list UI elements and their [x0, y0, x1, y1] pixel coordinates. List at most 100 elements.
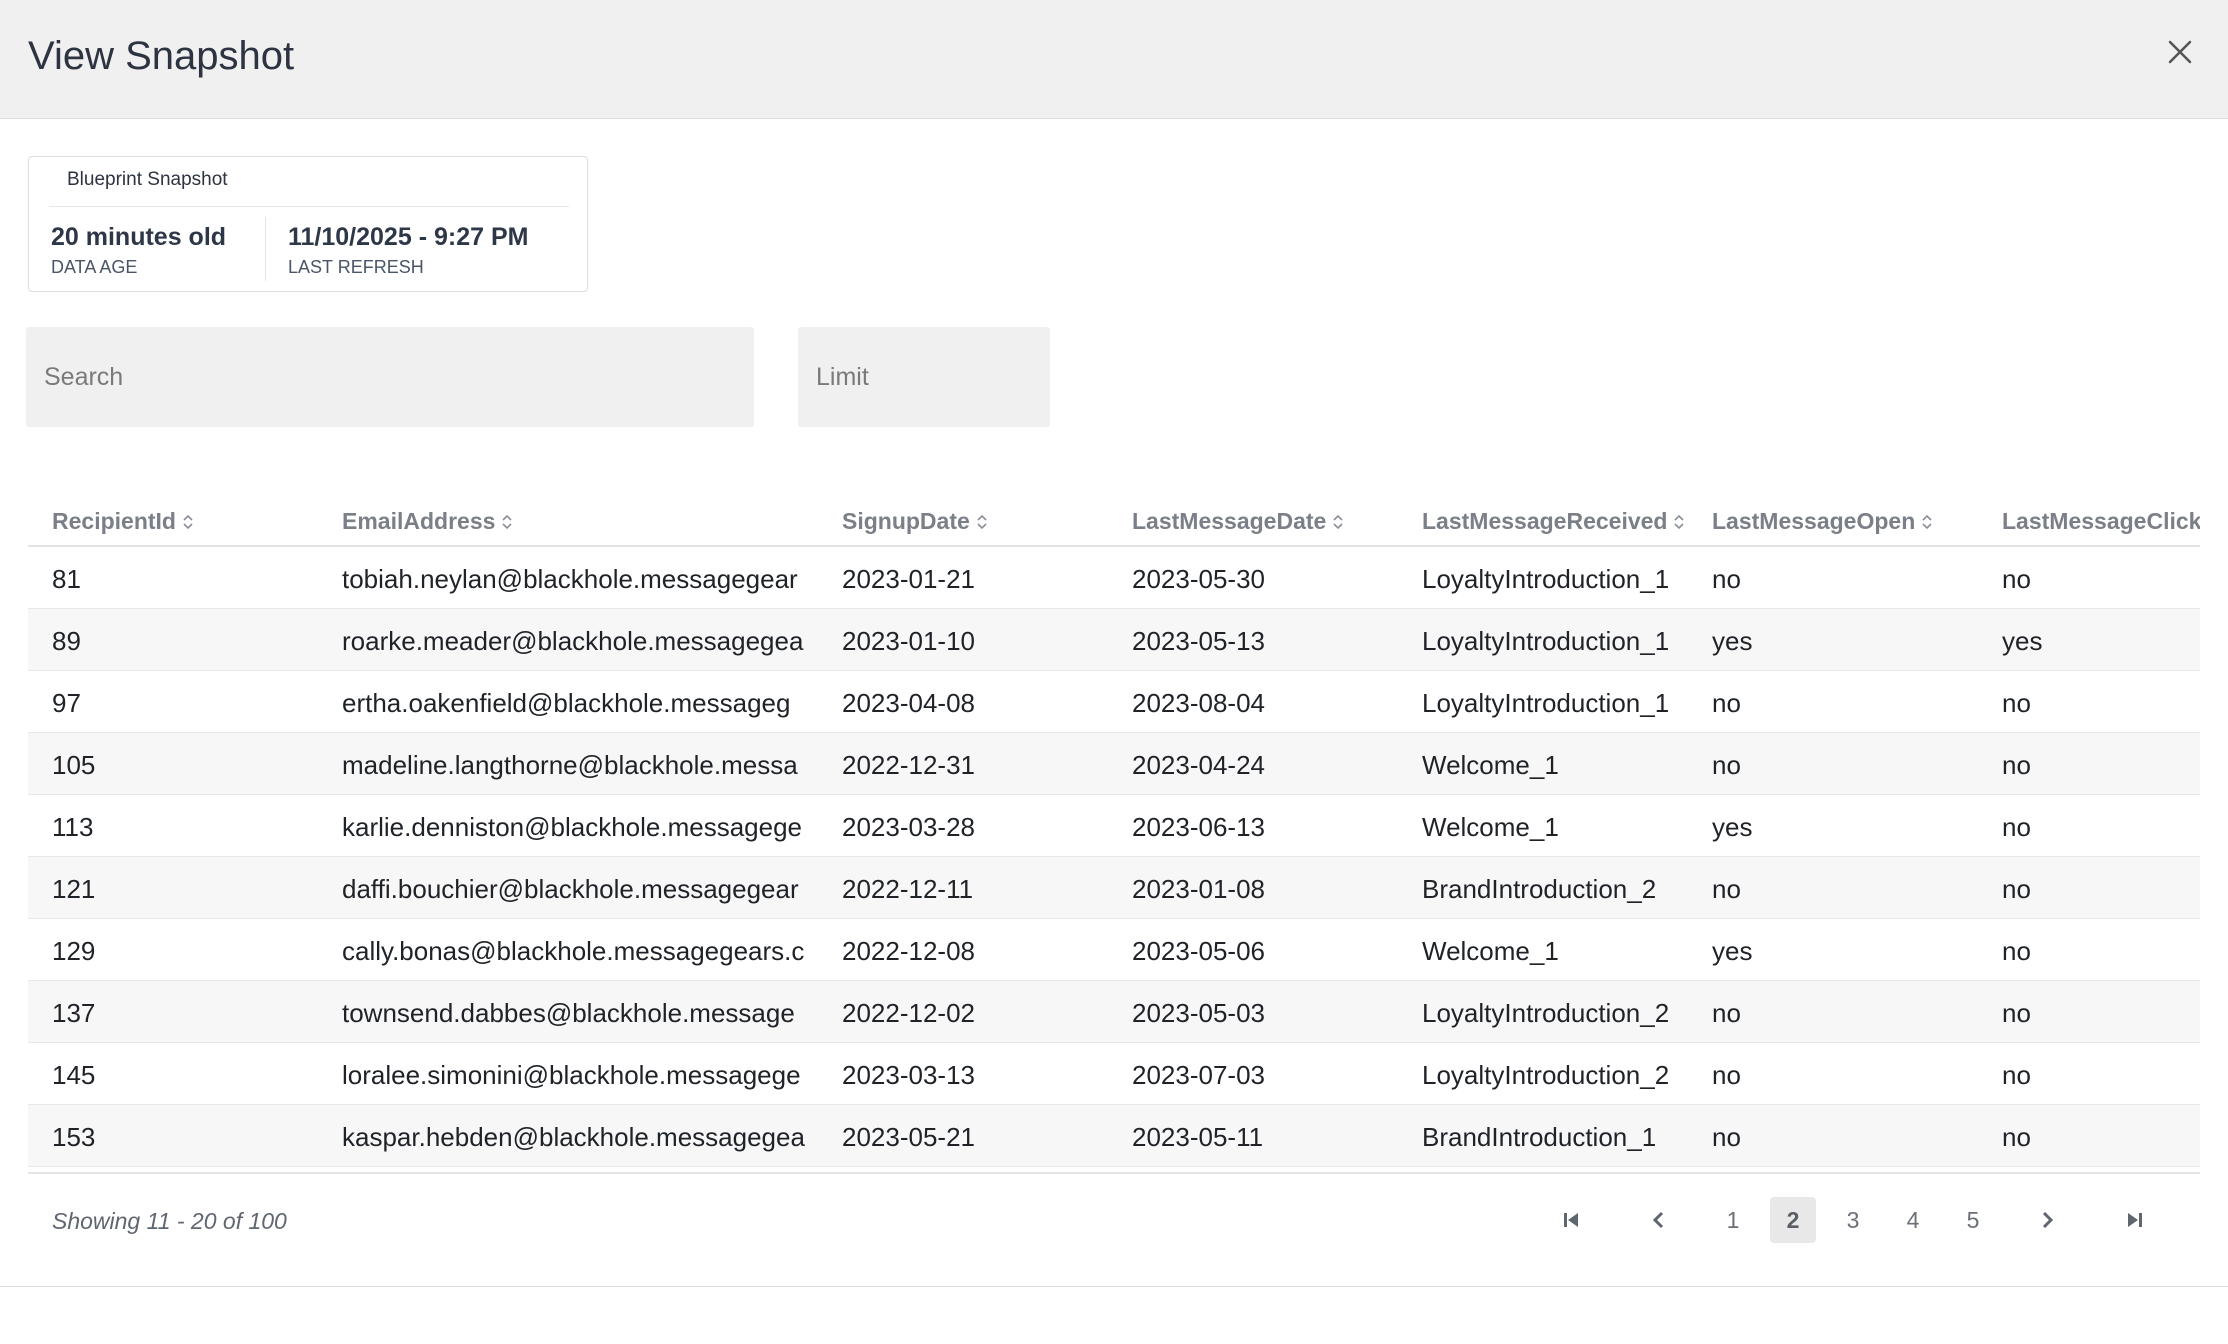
table-cell: 97 [52, 688, 81, 718]
close-icon[interactable] [2160, 32, 2200, 72]
page-button-2[interactable]: 2 [1770, 1197, 1816, 1243]
column-label: EmailAddress [342, 508, 496, 534]
table-row[interactable]: 89 roarke.meader@blackhole.messagegea 2023… [28, 609, 2200, 671]
snapshot-card-title: Blueprint Snapshot [67, 169, 228, 190]
table-cell: no [1712, 564, 1741, 594]
sort-icon [1333, 514, 1343, 529]
column-label: LastMessageReceived [1422, 508, 1668, 534]
table-cell: no [2002, 564, 2031, 594]
table-cell: 89 [52, 626, 81, 656]
column-header-lastmessageclick[interactable]: LastMessageClick [2002, 508, 2200, 535]
first-page-icon[interactable] [1548, 1197, 1594, 1243]
data-age-label: DATA AGE [51, 257, 138, 277]
last-refresh-label: LAST REFRESH [288, 257, 424, 277]
table-cell: kaspar.hebden@blackhole.messagegea [342, 1122, 805, 1152]
table-cell: 2023-03-13 [842, 1060, 975, 1090]
column-label: LastMessageDate [1132, 508, 1327, 534]
column-header-emailaddress[interactable]: EmailAddress [342, 508, 513, 535]
table-cell: LoyaltyIntroduction_2 [1422, 1060, 1670, 1090]
table-cell: no [1712, 1060, 1741, 1090]
table-row[interactable]: 145 loralee.simonini@blackhole.messagege 2… [28, 1043, 2200, 1105]
table-row[interactable]: 81 tobiah.neylan@blackhole.messagegear 202… [28, 547, 2200, 609]
page-button-5[interactable]: 5 [1950, 1197, 1996, 1243]
snapshot-table: RecipientId EmailAddress SignupDate Last… [28, 494, 2200, 1167]
table-row[interactable]: 153 kaspar.hebden@blackhole.messagegea 202… [28, 1105, 2200, 1167]
table-row[interactable]: 113 karlie.denniston@blackhole.messagege 2… [28, 795, 2200, 857]
table-cell: no [1712, 874, 1741, 904]
table-cell: LoyaltyIntroduction_2 [1422, 998, 1670, 1028]
table-cell: no [2002, 812, 2031, 842]
card-divider [49, 206, 569, 207]
table-cell: no [1712, 750, 1741, 780]
next-page-icon[interactable] [2024, 1197, 2070, 1243]
table-cell: yes [1712, 626, 1753, 656]
table-cell: cally.bonas@blackhole.messagegears.c [342, 936, 805, 966]
table-cell: 2023-05-21 [842, 1122, 975, 1152]
table-cell: yes [2002, 626, 2043, 656]
table-cell: no [2002, 1060, 2031, 1090]
sort-icon [1674, 514, 1685, 529]
table-cell: 2023-05-11 [1132, 1122, 1264, 1152]
table-cell: Welcome_1 [1422, 750, 1559, 780]
table-cell: townsend.dabbes@blackhole.message [342, 998, 795, 1028]
table-cell: 153 [52, 1122, 96, 1152]
table-footer-divider [28, 1172, 2200, 1174]
table-cell: 2023-03-28 [842, 812, 975, 842]
last-page-icon[interactable] [2112, 1197, 2158, 1243]
table-cell: 2023-07-03 [1132, 1060, 1265, 1090]
sort-icon [183, 514, 193, 529]
table-cell: 2023-05-30 [1132, 564, 1265, 594]
table-cell: 2023-04-24 [1132, 750, 1265, 780]
table-cell: 2023-01-08 [1132, 874, 1265, 904]
column-header-recipientid[interactable]: RecipientId [52, 508, 194, 535]
table-cell: 105 [52, 750, 96, 780]
table-cell: yes [1712, 812, 1753, 842]
table-cell: 2023-01-21 [842, 564, 975, 594]
column-header-lastmessagereceived[interactable]: LastMessageReceived [1422, 508, 1685, 535]
page-button-1[interactable]: 1 [1710, 1197, 1756, 1243]
table-cell: 2023-08-04 [1132, 688, 1265, 718]
table-cell: 2022-12-08 [842, 936, 975, 966]
table-cell: 145 [52, 1060, 96, 1090]
sort-icon [502, 514, 512, 529]
table-cell: no [1712, 1122, 1741, 1152]
table-cell: 2022-12-31 [842, 750, 975, 780]
table-row[interactable]: 129 cally.bonas@blackhole.messagegears.c 2… [28, 919, 2200, 981]
table-cell: no [2002, 750, 2031, 780]
page-button-3[interactable]: 3 [1830, 1197, 1876, 1243]
table-cell: 113 [52, 812, 94, 842]
column-label: LastMessageOpen [1712, 508, 1916, 534]
table-cell: 81 [52, 564, 81, 594]
table-cell: 121 [52, 874, 96, 904]
table-row[interactable]: 121 daffi.bouchier@blackhole.messagegear 2… [28, 857, 2200, 919]
dialog-bottom-divider [0, 1286, 2228, 1287]
table-cell: LoyaltyIntroduction_1 [1422, 564, 1670, 594]
table-body: 81 tobiah.neylan@blackhole.messagegear 202… [28, 547, 2200, 1167]
table-row[interactable]: 105 madeline.langthorne@blackhole.messa 20… [28, 733, 2200, 795]
table-row[interactable]: 97 ertha.oakenfield@blackhole.messageg 202… [28, 671, 2200, 733]
limit-input[interactable] [798, 327, 1050, 427]
table-cell: BrandIntroduction_2 [1422, 874, 1657, 904]
table-cell: no [2002, 998, 2031, 1028]
table-cell: Welcome_1 [1422, 812, 1559, 842]
sort-icon [1922, 514, 1932, 529]
table-cell: roarke.meader@blackhole.messagegea [342, 626, 804, 656]
table-row[interactable]: 137 townsend.dabbes@blackhole.message 2022… [28, 981, 2200, 1043]
data-age-value: 20 minutes old [51, 223, 227, 251]
column-header-lastmessagedate[interactable]: LastMessageDate [1132, 508, 1344, 535]
table-cell: no [2002, 688, 2031, 718]
table-cell: LoyaltyIntroduction_1 [1422, 626, 1670, 656]
table-header: RecipientId EmailAddress SignupDate Last… [28, 494, 2200, 547]
table-cell: no [2002, 936, 2031, 966]
table-cell: loralee.simonini@blackhole.messagege [342, 1060, 801, 1090]
previous-page-icon[interactable] [1636, 1197, 1682, 1243]
page-button-4[interactable]: 4 [1890, 1197, 1936, 1243]
table-cell: 2023-05-03 [1132, 998, 1265, 1028]
table-cell: 129 [52, 936, 96, 966]
column-header-signupdate[interactable]: SignupDate [842, 508, 988, 535]
pagination-summary: Showing 11 - 20 of 100 [52, 1208, 287, 1234]
table-cell: madeline.langthorne@blackhole.messa [342, 750, 798, 780]
table-cell: Welcome_1 [1422, 936, 1559, 966]
column-header-lastmessageopen[interactable]: LastMessageOpen [1712, 508, 1933, 535]
search-input[interactable] [26, 327, 754, 427]
